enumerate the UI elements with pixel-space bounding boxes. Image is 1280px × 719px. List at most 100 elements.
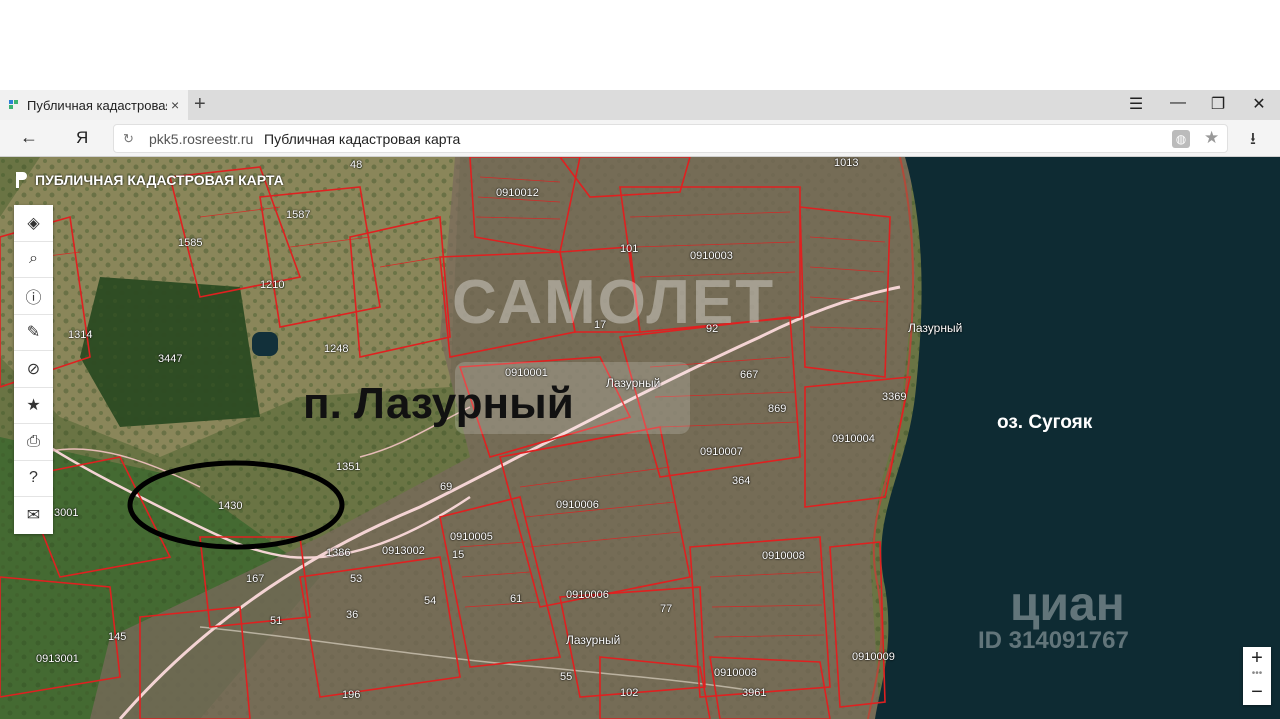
- zoom-separator: •••: [1251, 668, 1263, 679]
- parcel-label: 1314: [68, 329, 93, 341]
- back-arrow-icon[interactable]: ←: [20, 127, 38, 148]
- zoom-out-button[interactable]: −: [1243, 681, 1271, 705]
- yandex-logo-icon[interactable]: Я: [76, 128, 88, 148]
- maximize-icon[interactable]: ❐: [1206, 94, 1230, 114]
- parcel-label: 364: [732, 475, 751, 487]
- url-domain: pkk5.rosreestr.ru: [149, 131, 254, 147]
- layers-button[interactable]: ◈: [14, 205, 53, 242]
- parcel-label: 102: [620, 687, 639, 699]
- close-window-icon[interactable]: ✕: [1247, 94, 1271, 114]
- parcel-label: 1587: [286, 209, 311, 221]
- search-button[interactable]: ⌕: [14, 242, 53, 278]
- parcel-label: 667: [740, 369, 759, 381]
- cadastral-map[interactable]: ПУБЛИЧНАЯ КАДАСТРОВАЯ КАРТА ◈ ⌕ ⓘ ✎ ⊘ ★ …: [0, 157, 1280, 719]
- parcel-label: 3001: [54, 507, 79, 519]
- help-icon: ?: [29, 469, 38, 487]
- parcel-label: 1248: [324, 343, 349, 355]
- print-button[interactable]: ⎙: [14, 424, 53, 461]
- parcel-label: 61: [510, 593, 523, 605]
- parcel-label: 145: [108, 631, 127, 643]
- minimize-icon[interactable]: —: [1166, 94, 1190, 112]
- parcel-label: 54: [424, 595, 437, 607]
- parcel-label: 1430: [218, 500, 243, 512]
- place-label: Лазурный: [606, 376, 661, 390]
- parcel-label: 0913001: [36, 653, 79, 665]
- tab-bar: Публичная кадастровая × + ☰ — ❐ ✕: [0, 90, 1280, 120]
- parcel-label: 92: [706, 323, 719, 335]
- parcel-label: 0910005: [450, 531, 493, 543]
- parcel-label: 0910007: [700, 446, 743, 458]
- parcel-label: 3961: [742, 687, 767, 699]
- settlement-label: п. Лазурный: [303, 379, 574, 428]
- parcel-label: 0910006: [556, 499, 599, 511]
- watermark-id: ID 314091767: [978, 627, 1129, 654]
- download-icon[interactable]: ⭳: [1250, 126, 1256, 155]
- parcel-label: 51: [270, 615, 283, 627]
- parcel-label: 1351: [336, 461, 361, 473]
- parcel-label: 36: [346, 609, 359, 621]
- new-tab-button[interactable]: +: [194, 93, 206, 116]
- parcel-label: 48: [350, 159, 363, 171]
- place-label: Лазурный: [908, 321, 963, 335]
- parcel-label: 0910001: [505, 367, 548, 379]
- draw-button[interactable]: ✎: [14, 315, 53, 351]
- parcel-label: 17: [594, 319, 607, 331]
- parcel-label: 0910008: [714, 667, 757, 679]
- info-button[interactable]: ⓘ: [14, 278, 53, 315]
- app-brand[interactable]: ПУБЛИЧНАЯ КАДАСТРОВАЯ КАРТА: [14, 171, 284, 189]
- parcel-label: 167: [246, 573, 265, 585]
- zoom-control: + ••• −: [1243, 647, 1271, 705]
- pencil-icon: ✎: [26, 324, 41, 342]
- watermark-cian: циан: [1010, 578, 1125, 631]
- parcel-label: 15: [452, 549, 465, 561]
- parcel-label: 869: [768, 403, 787, 415]
- parcel-label: 0910009: [852, 651, 895, 663]
- tab-cadastral-map[interactable]: Публичная кадастровая ×: [0, 90, 188, 120]
- app-brand-title: ПУБЛИЧНАЯ КАДАСТРОВАЯ КАРТА: [35, 172, 284, 188]
- map-toolbar: ◈ ⌕ ⓘ ✎ ⊘ ★ ⎙ ? ✉: [14, 205, 53, 534]
- star-icon: ★: [26, 397, 41, 415]
- address-bar: ← Я ↻ pkk5.rosreestr.ru Публичная кадаст…: [0, 120, 1280, 157]
- parcel-label: 0910008: [762, 550, 805, 562]
- url-page-title: Публичная кадастровая карта: [264, 131, 461, 147]
- tab-close-icon[interactable]: ×: [171, 97, 179, 113]
- brand-logo-icon: [16, 172, 27, 188]
- favorites-button[interactable]: ★: [14, 388, 53, 424]
- watermark-samolet: САМОЛЕТ: [452, 268, 776, 337]
- parcel-label: 0910012: [496, 187, 539, 199]
- search-icon: ⌕: [29, 250, 38, 268]
- layers-icon: ◈: [27, 214, 40, 232]
- site-favicon-icon: [8, 99, 20, 111]
- erase-drawing-button[interactable]: ⊘: [14, 351, 53, 388]
- parcel-label: 1013: [834, 157, 859, 169]
- extension-icon[interactable]: ◍: [1172, 130, 1190, 148]
- lake-label: оз. Сугояк: [997, 412, 1093, 433]
- url-field[interactable]: ↻ pkk5.rosreestr.ru Публичная кадастрова…: [113, 124, 1228, 153]
- parcel-label: 69: [440, 481, 453, 493]
- no-edit-icon: ⊘: [26, 360, 41, 378]
- print-icon: ⎙: [27, 432, 40, 450]
- parcel-label: 196: [342, 689, 361, 701]
- screen-top-blank: [0, 0, 1280, 90]
- parcel-label: 77: [660, 603, 673, 615]
- parcel-label: 0913002: [382, 545, 425, 557]
- parcel-label: 0910004: [832, 433, 875, 445]
- parcel-label: 0910006: [566, 589, 609, 601]
- parcel-label: 101: [620, 243, 639, 255]
- bookmark-star-icon[interactable]: ★: [1204, 128, 1219, 148]
- tab-title: Публичная кадастровая: [27, 97, 167, 113]
- place-label: Лазурный: [566, 633, 621, 647]
- parcel-label: 1585: [178, 237, 203, 249]
- parcel-label: 3369: [882, 391, 907, 403]
- mail-icon: ✉: [26, 507, 41, 525]
- parcel-label: 0910003: [690, 250, 733, 262]
- parcel-label: 53: [350, 573, 363, 585]
- reload-icon[interactable]: ↻: [123, 131, 134, 147]
- menu-icon[interactable]: ☰: [1124, 94, 1148, 114]
- help-button[interactable]: ?: [14, 461, 53, 497]
- mail-button[interactable]: ✉: [14, 497, 53, 534]
- parcel-label: 55: [560, 671, 573, 683]
- parcel-label: 1210: [260, 279, 285, 291]
- info-icon: ⓘ: [25, 289, 42, 307]
- parcel-label: 1386: [326, 547, 351, 559]
